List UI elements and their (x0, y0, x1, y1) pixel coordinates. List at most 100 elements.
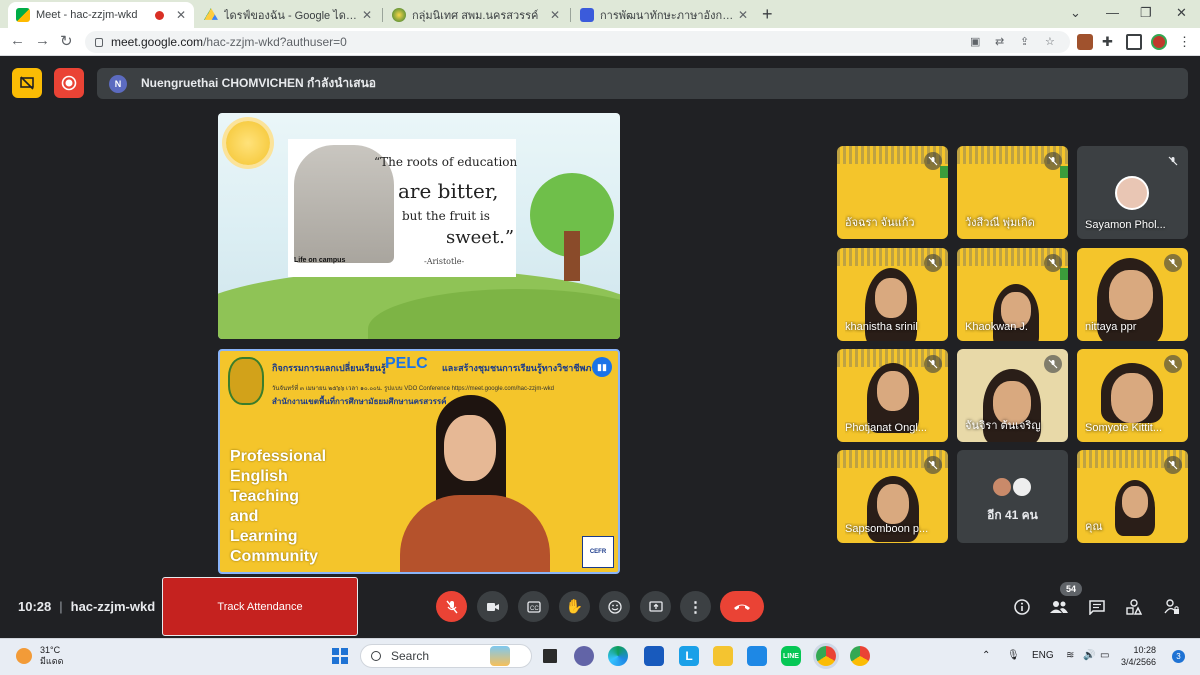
participant-name: Sayamon Phol... (1085, 219, 1166, 231)
tab-search-icon[interactable]: ⌄ (1070, 5, 1081, 21)
emoji-icon (607, 599, 622, 614)
taskbar-date: 3/4/2566 (1121, 657, 1157, 667)
language-indicator[interactable]: ENG (1032, 650, 1054, 661)
hand-icon: ✋ (565, 598, 584, 614)
present-button[interactable] (640, 591, 671, 622)
tab-english[interactable]: การพัฒนาทักษะภาษาอังกฤษ English ✕ (572, 2, 756, 28)
more-options-button[interactable]: ⋮ (680, 591, 711, 622)
tray-overflow-icon[interactable]: ⌃ (982, 650, 990, 661)
side-panel-icon[interactable] (1126, 34, 1142, 50)
wifi-icon[interactable]: ≋ (1066, 650, 1074, 661)
volume-icon[interactable]: 🔊 (1083, 650, 1095, 661)
participant-name: จันจิรา ต้นเจริญ (965, 420, 1041, 432)
microphone-button[interactable] (436, 591, 467, 622)
participant-tile[interactable]: nittaya ppr (1077, 248, 1188, 341)
chrome-icon[interactable] (816, 646, 836, 666)
participant-tile[interactable]: Sapsomboon p... (837, 450, 948, 543)
translate-icon[interactable]: ⇄ (995, 35, 1004, 48)
close-tab-icon[interactable]: ✕ (738, 8, 748, 22)
microphone-tray-icon[interactable]: 🎙 (1007, 650, 1020, 661)
participant-name: วังสีวณี พุ่มเกิด (965, 217, 1035, 229)
teams-chat-icon[interactable] (574, 646, 594, 666)
leave-call-button[interactable] (720, 591, 764, 622)
forward-arrow-icon[interactable]: → (35, 32, 50, 49)
close-window-icon[interactable]: ✕ (1176, 5, 1187, 21)
participant-tile[interactable]: วังสีวณี พุ่มเกิด (957, 146, 1068, 239)
video-title-line: Teaching (230, 488, 300, 505)
l-app-icon[interactable]: L (679, 646, 699, 666)
tab-meet[interactable]: Meet - hac-zzjm-wkd ✕ (8, 2, 194, 28)
participant-tile[interactable]: Sayamon Phol... (1077, 146, 1188, 239)
participant-face (1122, 486, 1148, 518)
more-participants-tile[interactable]: อีก 41 คน (957, 450, 1068, 543)
participant-name: khanistha srinil (845, 321, 918, 333)
bookmark-star-icon[interactable]: ☆ (1045, 35, 1055, 48)
weather-widget[interactable]: 31°C มีแดด (16, 645, 63, 667)
participant-face (877, 371, 909, 411)
participant-tile[interactable]: อัจฉรา จันแก้ว (837, 146, 948, 239)
edge-browser-icon[interactable] (608, 646, 628, 666)
quote-line: but the fruit is (402, 209, 490, 223)
captions-button[interactable]: CC (518, 591, 549, 622)
file-explorer-icon[interactable] (713, 646, 733, 666)
speaking-indicator-icon: ▮▮ (592, 357, 612, 377)
windows-taskbar (0, 638, 1200, 675)
notification-badge[interactable]: 3 (1172, 650, 1185, 663)
close-tab-icon[interactable]: ✕ (362, 8, 372, 22)
participant-tile[interactable]: Photjanat Ongl... (837, 349, 948, 442)
raise-hand-button[interactable]: ✋ (559, 591, 590, 622)
word-icon[interactable] (644, 646, 664, 666)
activities-button[interactable] (1123, 596, 1145, 618)
recording-button[interactable] (54, 68, 84, 98)
participant-tile[interactable]: จันจิรา ต้นเจริญ (957, 349, 1068, 442)
minimize-icon[interactable]: — (1106, 5, 1119, 20)
participant-tile[interactable]: Somyote Kittit... (1077, 349, 1188, 442)
tab-drive[interactable]: ไดรฟ์ของฉัน - Google ไดรฟ์ ✕ (196, 2, 380, 28)
url-host: meet.google.com (111, 35, 204, 49)
participant-name: Khaokwan J. (965, 321, 1028, 333)
close-tab-icon[interactable]: ✕ (176, 8, 186, 22)
close-tab-icon[interactable]: ✕ (550, 8, 560, 22)
taskbar-clock[interactable]: 10:28 3/4/2566 (1121, 644, 1156, 668)
mic-off-icon (924, 152, 942, 170)
line-app-icon[interactable]: LINE (781, 646, 801, 666)
more-vert-icon: ⋮ (688, 598, 703, 616)
back-arrow-icon[interactable]: ← (10, 32, 25, 49)
chrome-menu-icon[interactable]: ⋮ (1178, 34, 1194, 50)
battery-icon[interactable]: ▭ (1100, 650, 1109, 661)
camera-blocked-icon[interactable]: ▣ (970, 35, 980, 48)
search-highlight-icon[interactable] (490, 646, 510, 666)
participant-tile[interactable]: khanistha srinil (837, 248, 948, 341)
reactions-button[interactable] (599, 591, 630, 622)
svg-text:CC: CC (530, 606, 539, 612)
extension-icon[interactable] (1077, 34, 1093, 50)
participant-face (1111, 373, 1153, 423)
chrome-profile-icon[interactable] (850, 646, 870, 666)
forms-favicon-icon (580, 8, 594, 22)
chat-button[interactable] (1086, 596, 1108, 618)
puzzle-icon[interactable]: ✚ (1102, 34, 1118, 50)
track-attendance-button[interactable]: Track Attendance (162, 577, 358, 636)
mail-icon[interactable] (747, 646, 767, 666)
record-icon (61, 75, 77, 91)
host-controls-button[interactable] (1161, 596, 1183, 618)
restore-icon[interactable]: ❐ (1140, 5, 1152, 21)
self-view-tile[interactable]: คุณ (1077, 450, 1188, 543)
new-tab-icon[interactable]: + (762, 4, 773, 25)
tab-supervision[interactable]: กลุ่มนิเทศ สพม.นครสวรรค์ ✕ (384, 2, 568, 28)
meeting-details-button[interactable] (1011, 596, 1033, 618)
mic-off-icon (924, 355, 942, 373)
share-icon[interactable]: ⇪ (1020, 35, 1029, 48)
start-button[interactable] (332, 648, 348, 664)
reload-icon[interactable]: ↻ (60, 32, 73, 50)
camera-button[interactable] (477, 591, 508, 622)
video-title-line: Community (230, 548, 318, 565)
address-bar[interactable]: meet.google.com /hac-zzjm-wkd?authuser=0… (85, 31, 1070, 53)
search-label: Search (391, 649, 430, 663)
stop-presenting-button[interactable] (12, 68, 42, 98)
participant-tile[interactable]: Khaokwan J. (957, 248, 1068, 341)
task-view-icon[interactable] (540, 646, 560, 666)
profile-avatar[interactable] (1151, 34, 1167, 50)
people-button[interactable] (1048, 596, 1070, 618)
presenter-video[interactable]: กิจกรรมการแลกเปลี่ยนเรียนรู้ PELC และสร้… (218, 349, 620, 574)
